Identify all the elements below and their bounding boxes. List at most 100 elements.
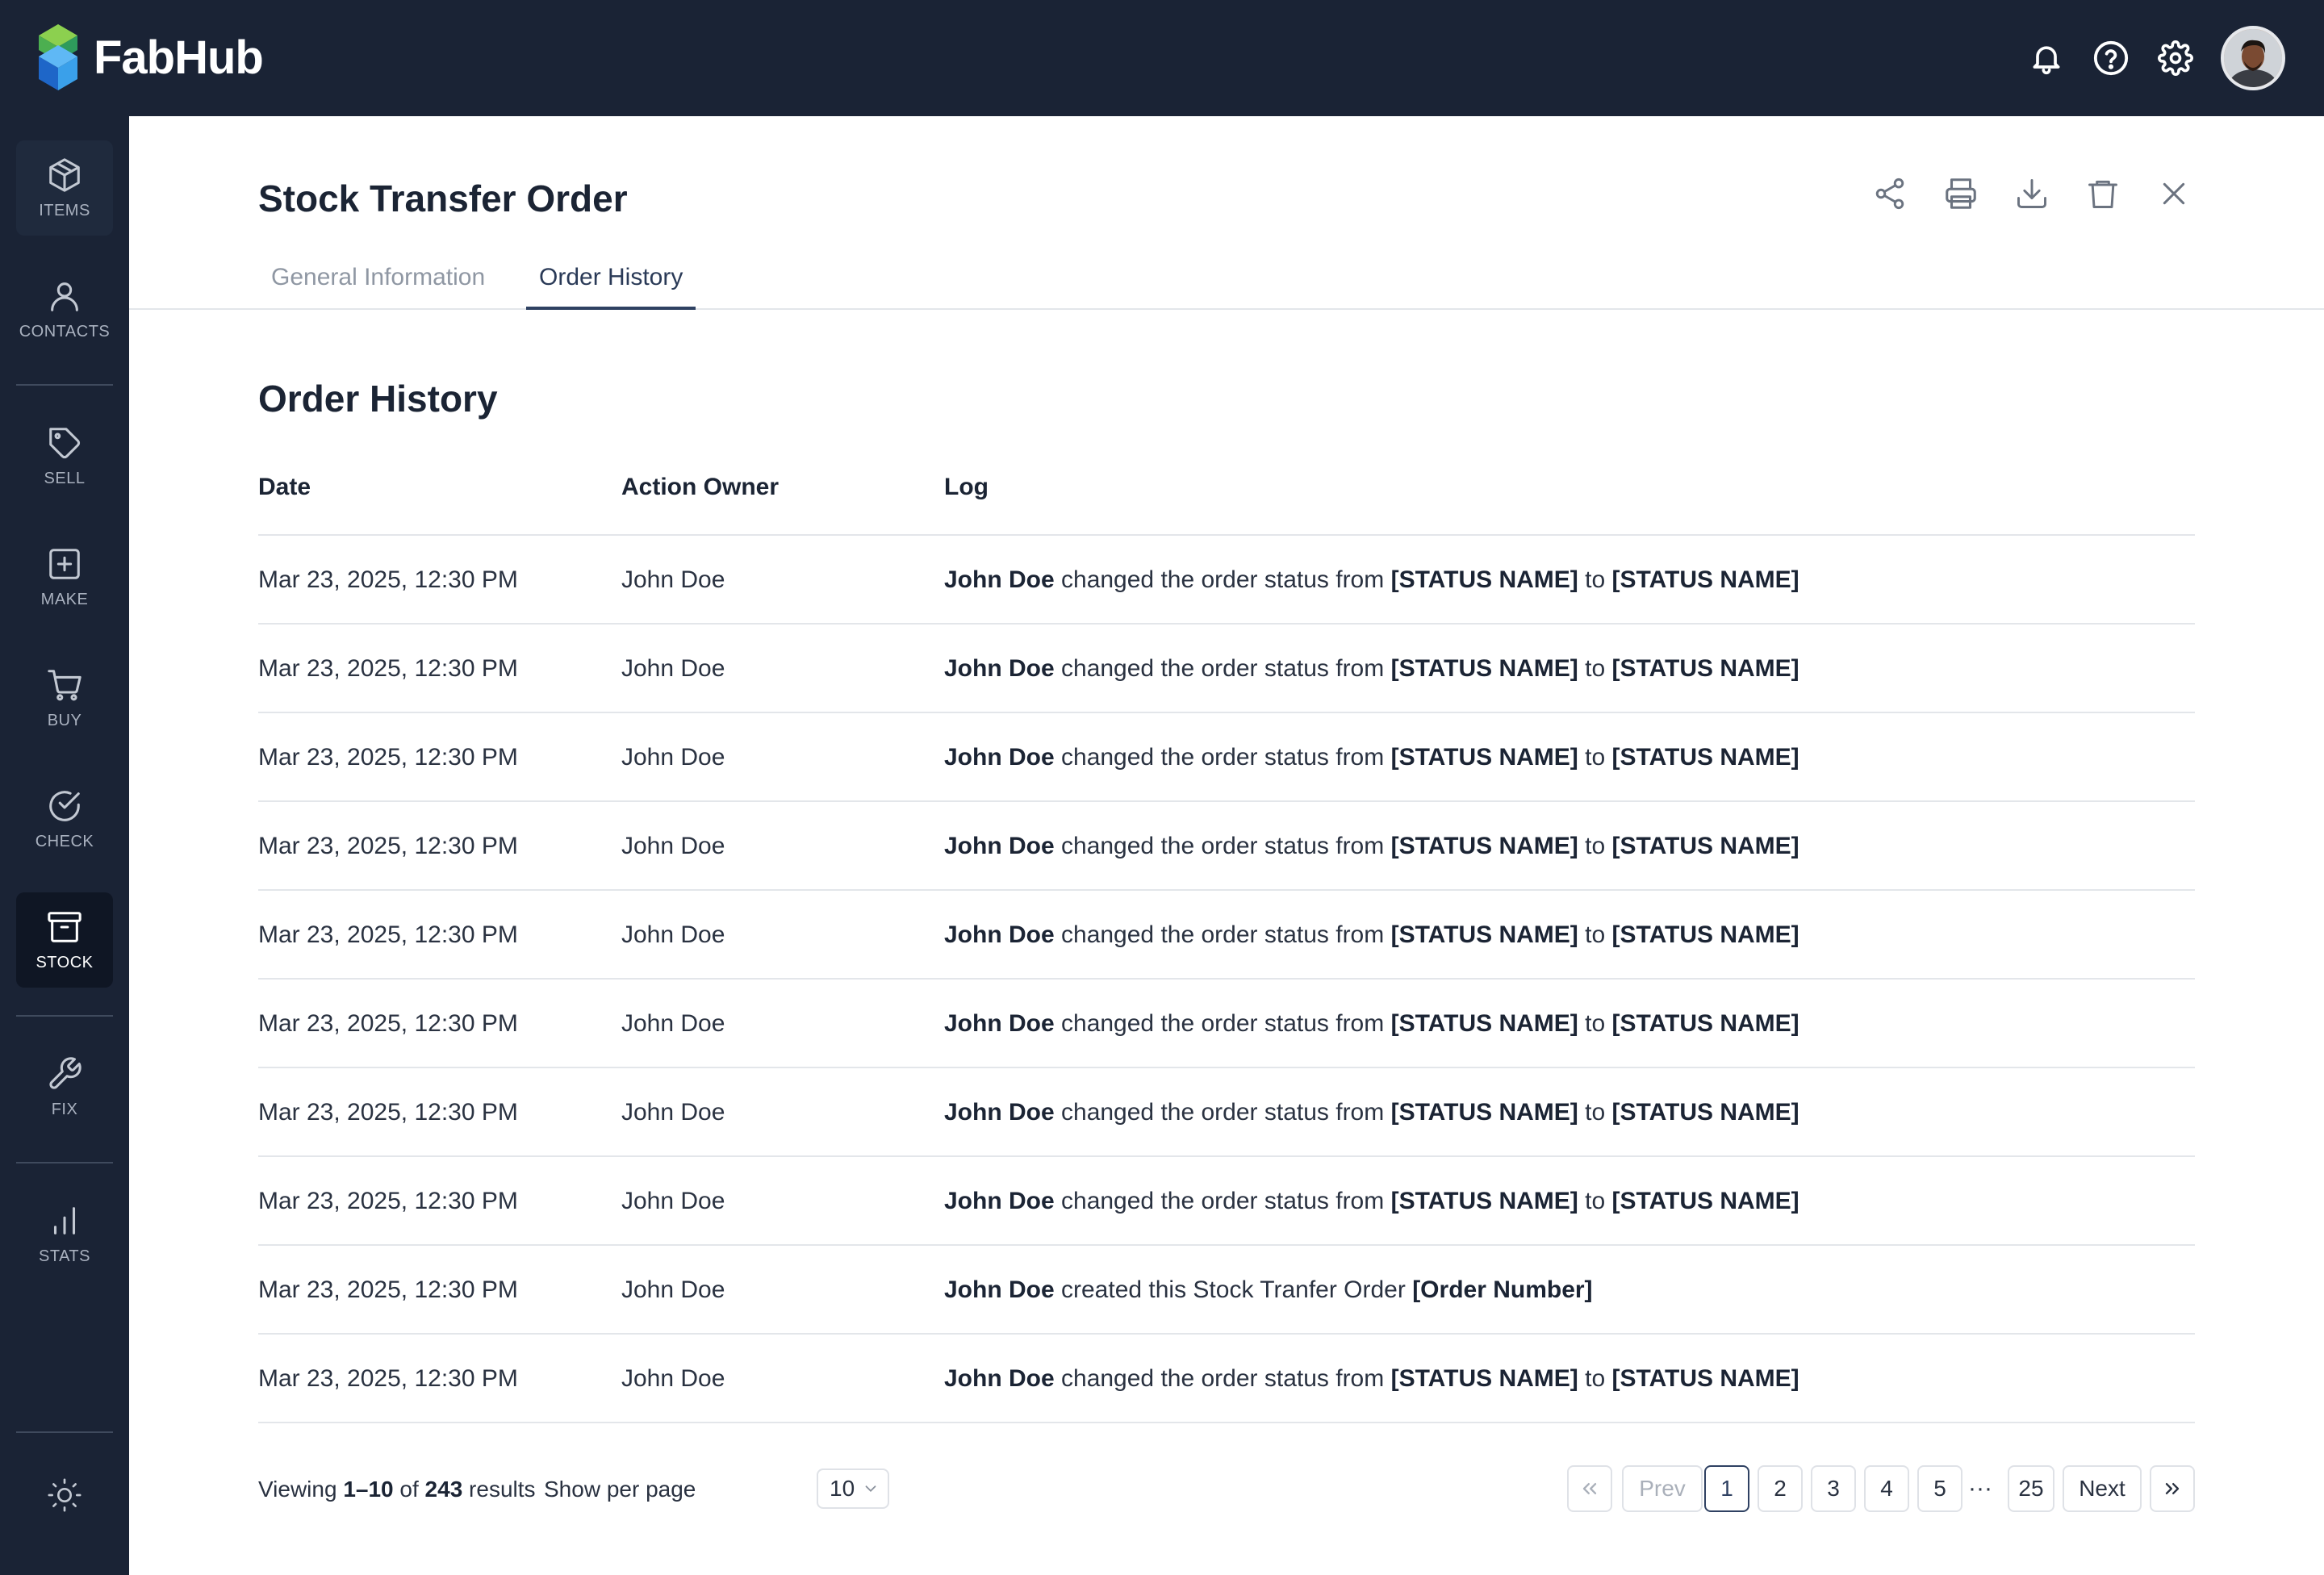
sidebar-item-sell[interactable]: SELL [16,408,113,503]
sidebar-item-make[interactable]: MAKE [16,529,113,625]
table-footer: Viewing 1–10 of 243 results Show per pag… [258,1465,2195,1514]
results-range: 1–10 [343,1477,394,1502]
sidebar-item-buy[interactable]: BUY [16,650,113,746]
results-prefix: Viewing [258,1477,344,1502]
table-body: Mar 23, 2025, 12:30 PM John Doe John Doe c… [258,536,2195,1423]
page-2-button[interactable]: 2 [1758,1465,1803,1512]
double-chevron-left-icon [1582,1483,1597,1494]
sidebar-item-label: FIX [51,1100,78,1118]
cell-date: Mar 23, 2025, 12:30 PM [258,1276,518,1303]
cell-date: Mar 23, 2025, 12:30 PM [258,921,518,948]
chevron-down-icon [865,1485,876,1493]
theme-toggle-button[interactable] [16,1448,113,1543]
next-page-button[interactable]: Next [2063,1465,2142,1512]
log-value: [STATUS NAME] [1390,566,1578,593]
log-actor: John Doe [944,1365,1055,1392]
top-bar: FabHub [0,0,2324,116]
page-5-button[interactable]: 5 [1917,1465,1962,1512]
cell-action-owner: John Doe [621,921,725,948]
log-value: [STATUS NAME] [1390,1188,1578,1214]
log-value: [STATUS NAME] [1390,833,1578,859]
table-row: Mar 23, 2025, 12:30 PM John Doe John Doe c… [258,1068,2195,1157]
cell-log: John Doe created this Stock Tranfer Orde… [944,1246,1593,1335]
prev-page-button[interactable]: Prev [1622,1465,1703,1512]
log-text: to [1578,921,1612,948]
page-1-button[interactable]: 1 [1704,1465,1749,1512]
brand-name: FabHub [94,31,264,84]
log-value: [STATUS NAME] [1390,1365,1578,1392]
box-icon [49,157,80,192]
page-title: Stock Transfer Order [258,178,628,219]
cell-date: Mar 23, 2025, 12:30 PM [258,655,518,682]
trash-icon[interactable] [2079,169,2127,218]
cell-action-owner: John Doe [621,833,725,859]
print-icon[interactable] [1937,169,1985,218]
share-icon[interactable] [1866,169,1914,218]
column-header-date[interactable]: Date [258,447,311,528]
first-page-button[interactable] [1567,1465,1612,1512]
log-text: changed the order status from [1054,655,1391,682]
log-value: [STATUS NAME] [1611,921,1799,948]
cell-action-owner: John Doe [621,1099,725,1126]
sidebar: ITEMS CONTACTS SELL MAKE BUY CHECK STOCK… [0,116,129,1575]
page-25-button[interactable]: 25 [2008,1465,2054,1512]
results-of: of [393,1477,425,1502]
close-icon[interactable] [2150,169,2198,218]
log-text: changed the order status from [1054,1099,1391,1126]
sidebar-item-label: SELL [44,469,86,487]
cell-action-owner: John Doe [621,655,725,682]
cell-log: John Doe changed the order status from [… [944,1335,1799,1423]
log-text: to [1578,655,1612,682]
sidebar-item-stats[interactable]: STATS [16,1186,113,1281]
help-icon[interactable] [2088,36,2134,81]
results-total: 243 [424,1477,463,1502]
page-3-button[interactable]: 3 [1811,1465,1856,1512]
check-circle-icon [49,790,80,821]
user-icon [51,282,78,311]
per-page-select[interactable]: 10 [817,1468,889,1509]
plus-square-icon [49,548,80,579]
log-text: to [1578,566,1612,593]
column-header-log[interactable]: Log [944,447,989,528]
cell-date: Mar 23, 2025, 12:30 PM [258,1188,518,1214]
cell-log: John Doe changed the order status from [… [944,802,1799,891]
download-icon[interactable] [2008,169,2056,218]
table-row: Mar 23, 2025, 12:30 PM John Doe John Doe c… [258,802,2195,891]
tab-order-history[interactable]: Order History [526,255,696,310]
gear-icon[interactable] [2153,36,2198,81]
cart-icon [48,669,82,700]
log-value: [STATUS NAME] [1390,1099,1578,1126]
cell-date: Mar 23, 2025, 12:30 PM [258,566,518,593]
pagination: Prev 1 2 3 4 5 ··· 25 Next [1567,1465,2195,1514]
log-value: [STATUS NAME] [1390,655,1578,682]
log-actor: John Doe [944,1188,1055,1214]
sidebar-item-stock[interactable]: STOCK [16,892,113,988]
archive-icon [48,911,82,942]
sidebar-item-items[interactable]: ITEMS [16,140,113,236]
wrench-icon [49,1056,82,1089]
sidebar-item-contacts[interactable]: CONTACTS [16,261,113,357]
sidebar-item-check[interactable]: CHECK [16,771,113,867]
table-row: Mar 23, 2025, 12:30 PM John Doe John Doe c… [258,1246,2195,1335]
log-value: [STATUS NAME] [1611,744,1799,771]
per-page-value: 10 [830,1476,855,1501]
cell-action-owner: John Doe [621,1365,725,1392]
log-actor: John Doe [944,833,1055,859]
log-value: [STATUS NAME] [1390,1010,1578,1037]
cell-log: John Doe changed the order status from [… [944,625,1799,713]
log-value: [STATUS NAME] [1611,1099,1799,1126]
log-text: to [1578,833,1612,859]
page-4-button[interactable]: 4 [1864,1465,1909,1512]
fabhub-logo-icon[interactable] [36,24,81,90]
avatar[interactable] [2221,26,2285,90]
column-header-action-owner[interactable]: Action Owner [621,447,779,528]
tab-general-information[interactable]: General Information [258,255,498,310]
sidebar-item-fix[interactable]: FIX [16,1039,113,1134]
cell-date: Mar 23, 2025, 12:30 PM [258,1365,518,1392]
table-row: Mar 23, 2025, 12:30 PM John Doe John Doe c… [258,625,2195,713]
bar-chart-icon [53,1206,76,1235]
table-row: Mar 23, 2025, 12:30 PM John Doe John Doe c… [258,891,2195,980]
last-page-button[interactable] [2150,1465,2195,1512]
sidebar-item-label: CONTACTS [19,322,111,340]
bell-icon[interactable] [2024,36,2069,81]
